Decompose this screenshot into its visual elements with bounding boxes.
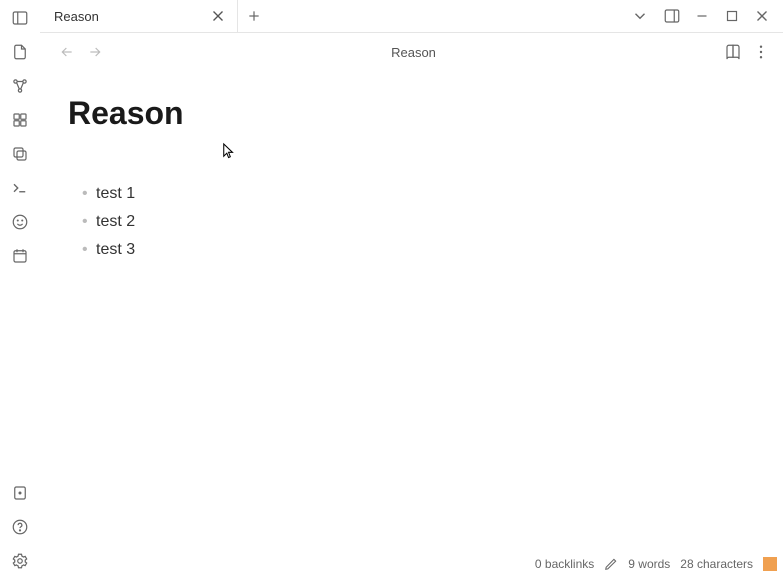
tab-label: Reason xyxy=(54,9,201,24)
note-title[interactable]: Reason xyxy=(68,95,723,132)
status-words[interactable]: 9 words xyxy=(628,557,670,571)
new-tab-button[interactable] xyxy=(238,0,270,32)
editor-pane[interactable]: Reason test 1 test 2 test 3 xyxy=(40,71,783,579)
nav-back-button[interactable] xyxy=(56,41,78,63)
vault-icon[interactable] xyxy=(8,481,32,505)
panel-right-icon[interactable] xyxy=(657,2,687,30)
list-item[interactable]: test 2 xyxy=(82,208,723,236)
emoji-icon[interactable] xyxy=(8,210,32,234)
close-icon[interactable] xyxy=(209,7,227,25)
breadcrumb-title[interactable]: Reason xyxy=(112,45,715,60)
gear-icon[interactable] xyxy=(8,549,32,573)
status-chars[interactable]: 28 characters xyxy=(680,557,753,571)
pencil-icon[interactable] xyxy=(604,557,618,571)
bullet-list[interactable]: test 1 test 2 test 3 xyxy=(68,180,723,264)
status-backlinks[interactable]: 0 backlinks xyxy=(535,557,594,571)
help-icon[interactable] xyxy=(8,515,32,539)
window-maximize-button[interactable] xyxy=(717,2,747,30)
copy-icon[interactable] xyxy=(8,142,32,166)
status-bar: 0 backlinks 9 words 28 characters xyxy=(535,557,777,571)
titlebar: Reason xyxy=(40,0,783,33)
tab-reason[interactable]: Reason xyxy=(40,0,238,32)
list-item[interactable]: test 1 xyxy=(82,180,723,208)
file-add-icon[interactable] xyxy=(8,40,32,64)
terminal-icon[interactable] xyxy=(8,176,32,200)
chevron-down-icon[interactable] xyxy=(625,2,655,30)
status-swatch[interactable] xyxy=(763,557,777,571)
window-minimize-button[interactable] xyxy=(687,2,717,30)
reading-mode-icon[interactable] xyxy=(721,40,745,64)
nav-forward-button[interactable] xyxy=(84,41,106,63)
list-item[interactable]: test 3 xyxy=(82,236,723,264)
panel-left-icon[interactable] xyxy=(8,6,32,30)
more-menu-icon[interactable] xyxy=(749,40,773,64)
subheader: Reason xyxy=(40,33,783,71)
graph-icon[interactable] xyxy=(8,74,32,98)
window-close-button[interactable] xyxy=(747,2,777,30)
calendar-icon[interactable] xyxy=(8,244,32,268)
grid-icon[interactable] xyxy=(8,108,32,132)
activity-bar xyxy=(0,0,40,579)
